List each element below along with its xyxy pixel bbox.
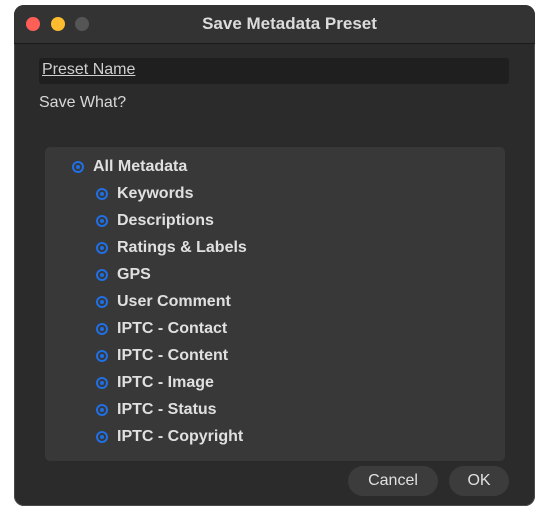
option-gps[interactable]: GPS xyxy=(96,264,151,286)
option-iptc-contact[interactable]: IPTC - Contact xyxy=(96,318,227,340)
option-label: User Comment xyxy=(117,293,231,310)
option-label: GPS xyxy=(117,266,151,283)
option-descriptions[interactable]: Descriptions xyxy=(96,210,214,232)
option-iptc-status[interactable]: IPTC - Status xyxy=(96,399,217,421)
option-label: IPTC - Copyright xyxy=(117,428,244,445)
dialog-window: Save Metadata Preset Preset Name Save Wh… xyxy=(14,5,535,506)
radio-selected-icon[interactable] xyxy=(96,188,108,200)
option-iptc-content[interactable]: IPTC - Content xyxy=(96,345,228,367)
option-all-metadata[interactable]: All Metadata xyxy=(72,156,187,178)
radio-selected-icon[interactable] xyxy=(96,242,108,254)
option-label: All Metadata xyxy=(93,158,188,175)
title-bar[interactable]: Save Metadata Preset xyxy=(14,5,535,44)
option-label: IPTC - Image xyxy=(117,374,214,391)
option-label: Ratings & Labels xyxy=(117,239,247,256)
radio-selected-icon[interactable] xyxy=(96,269,108,281)
option-iptc-image[interactable]: IPTC - Image xyxy=(96,372,214,394)
radio-selected-icon[interactable] xyxy=(96,323,108,335)
radio-selected-icon[interactable] xyxy=(72,161,84,173)
option-label: IPTC - Contact xyxy=(117,320,228,337)
cancel-button[interactable]: Cancel xyxy=(348,466,438,496)
save-what-label: Save What? xyxy=(39,94,127,111)
option-label: Keywords xyxy=(117,185,194,202)
window-title: Save Metadata Preset xyxy=(202,14,377,33)
metadata-options-panel: All Metadata Keywords Descriptions Ratin… xyxy=(45,147,505,461)
option-iptc-copyright[interactable]: IPTC - Copyright xyxy=(96,426,243,448)
radio-selected-icon[interactable] xyxy=(96,296,108,308)
option-keywords[interactable]: Keywords xyxy=(96,183,193,205)
preset-name-input[interactable] xyxy=(39,58,509,84)
option-user-comment[interactable]: User Comment xyxy=(96,291,231,313)
radio-selected-icon[interactable] xyxy=(96,350,108,362)
radio-selected-icon[interactable] xyxy=(96,377,108,389)
option-label: IPTC - Content xyxy=(117,347,229,364)
option-label: IPTC - Status xyxy=(117,401,217,418)
ok-button[interactable]: OK xyxy=(449,466,509,496)
radio-selected-icon[interactable] xyxy=(96,431,108,443)
option-label: Descriptions xyxy=(117,212,214,229)
radio-selected-icon[interactable] xyxy=(96,215,108,227)
option-ratings-labels[interactable]: Ratings & Labels xyxy=(96,237,247,259)
radio-selected-icon[interactable] xyxy=(96,404,108,416)
